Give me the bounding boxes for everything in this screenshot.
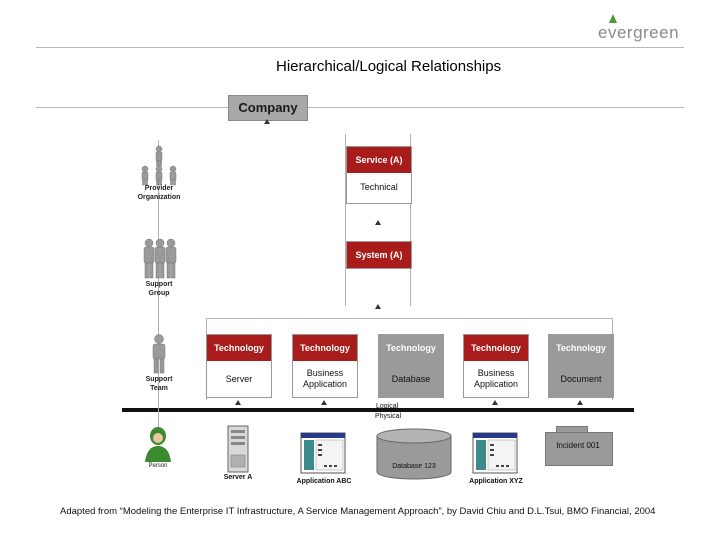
tech-header: Technology: [464, 335, 528, 361]
source-caption: Adapted from “Modeling the Enterprise IT…: [60, 506, 656, 517]
support-group-label: Support Group: [145, 281, 173, 297]
server-label: Server A: [223, 474, 253, 481]
tech-card-server: Technology Server: [206, 334, 272, 398]
tech-header: Technology: [293, 335, 357, 361]
app-abc-arrow: [321, 400, 327, 405]
tech-body: Document: [549, 361, 613, 397]
provider-organization-label: Provider Organization: [137, 185, 181, 201]
incident-arrow: [577, 400, 583, 405]
tech-card-document: Technology Document: [548, 334, 614, 398]
system-card: System (A): [346, 241, 412, 269]
service-header: Service (A): [347, 147, 411, 173]
tech-card-business-app-2: Technology Business Application: [463, 334, 529, 398]
company-box: Company: [228, 95, 308, 121]
company-arrow: [264, 119, 270, 124]
database-label: Database 123: [392, 463, 436, 470]
system-header: System (A): [347, 242, 411, 268]
application-abc-icon: [300, 432, 346, 474]
leaf-icon: [609, 14, 617, 23]
tech-body: Database: [379, 361, 443, 397]
tech-body: Business Application: [302, 368, 348, 389]
tech-header: Technology: [549, 335, 613, 361]
support-group-icon: [143, 238, 177, 279]
incident-label: Incident 001: [556, 441, 600, 450]
server-icon: [227, 425, 249, 473]
provider-organization-icon: [141, 145, 177, 186]
application-abc-label: Application ABC: [296, 478, 352, 485]
service-body: Technical: [360, 181, 398, 192]
tech-card-database: Technology Database: [378, 334, 444, 398]
tech-body: Business Application: [473, 368, 519, 389]
database-icon: [376, 428, 452, 480]
server-arrow: [235, 400, 241, 405]
logo-text: evergreen: [598, 23, 680, 42]
evergreen-logo: evergreen: [598, 14, 690, 44]
tech-header: Technology: [207, 335, 271, 361]
service-card: Service (A) Technical: [346, 146, 412, 204]
top-rule: [36, 47, 684, 48]
logical-label: Logical: [376, 403, 399, 410]
app-xyz-arrow: [492, 400, 498, 405]
support-team-label: Support Team: [145, 376, 173, 392]
page-title: Hierarchical/Logical Relationships: [276, 58, 502, 75]
application-xyz-icon: [472, 432, 518, 474]
system-arrow: [375, 304, 381, 309]
mid-rule: [36, 107, 684, 108]
tech-card-business-app-1: Technology Business Application: [292, 334, 358, 398]
person-label: Person: [148, 463, 168, 469]
tech-header: Technology: [379, 335, 443, 361]
service-arrow: [375, 220, 381, 225]
tech-frame-top: [206, 318, 612, 319]
tech-body: Server: [225, 373, 253, 384]
application-xyz-label: Application XYZ: [469, 478, 523, 485]
physical-label: Physical: [375, 413, 402, 420]
person-icon: [145, 427, 171, 462]
support-team-icon: [152, 334, 166, 374]
